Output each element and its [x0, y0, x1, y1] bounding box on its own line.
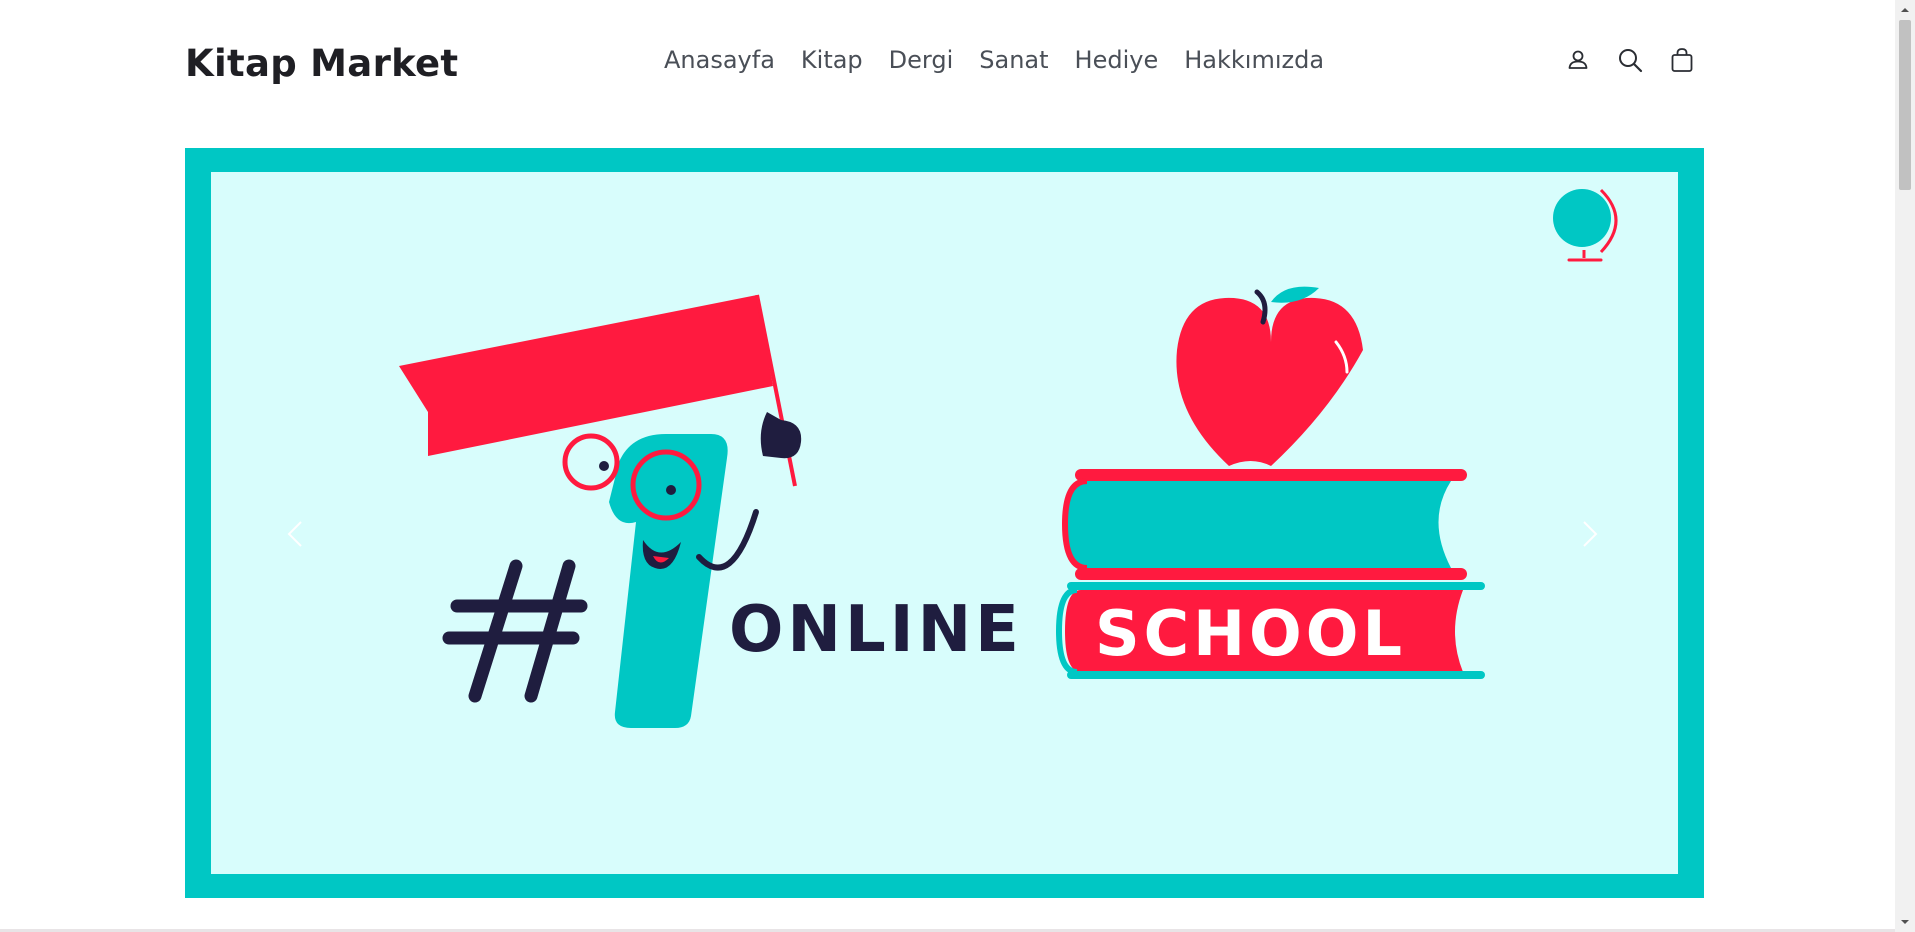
- scroll-thumb[interactable]: [1899, 20, 1911, 190]
- page: Kitap Market Anasayfa Kitap Dergi Sanat …: [0, 0, 1895, 932]
- nav-item-hakkimizda[interactable]: Hakkımızda: [1184, 46, 1324, 74]
- nav-item-anasayfa[interactable]: Anasayfa: [664, 46, 775, 74]
- headline-school: SCHOOL: [1095, 597, 1406, 670]
- headline-online: ONLINE: [729, 593, 1023, 667]
- vertical-scrollbar[interactable]: [1895, 0, 1915, 932]
- chevron-left-icon: [287, 521, 302, 547]
- chevron-right-icon: [1583, 521, 1598, 547]
- number-one-mascot: [562, 412, 802, 728]
- search-icon[interactable]: [1616, 46, 1644, 74]
- account-icon[interactable]: [1564, 46, 1592, 74]
- scroll-up-icon[interactable]: [1899, 4, 1911, 16]
- cart-bag-icon[interactable]: [1668, 46, 1696, 74]
- hash-sign: [442, 559, 588, 703]
- nav-item-hediye[interactable]: Hediye: [1075, 46, 1159, 74]
- books-illustration: SCHOOL: [1055, 469, 1485, 679]
- apple-illustration: [1176, 286, 1363, 466]
- nav-item-sanat[interactable]: Sanat: [979, 46, 1048, 74]
- globe-icon: [1553, 188, 1618, 262]
- nav-item-kitap[interactable]: Kitap: [801, 46, 863, 74]
- headline-prefix: #1: [211, 172, 213, 173]
- slider-next-button[interactable]: [1576, 514, 1604, 554]
- flag-illustration: [399, 294, 797, 487]
- site-logo[interactable]: Kitap Market: [185, 42, 458, 85]
- online-school-illustration: ONLINE SCHOOL #1: [211, 172, 1618, 728]
- nav-item-dergi[interactable]: Dergi: [889, 46, 954, 74]
- scroll-down-icon[interactable]: [1899, 916, 1911, 928]
- slider-prev-button[interactable]: [281, 514, 309, 554]
- hero-banner[interactable]: ONLINE SCHOOL #1: [185, 148, 1704, 898]
- main-nav: Anasayfa Kitap Dergi Sanat Hediye Hakkım…: [664, 46, 1324, 74]
- hero-slide: ONLINE SCHOOL #1: [211, 172, 1678, 874]
- header-icons: [1564, 46, 1696, 74]
